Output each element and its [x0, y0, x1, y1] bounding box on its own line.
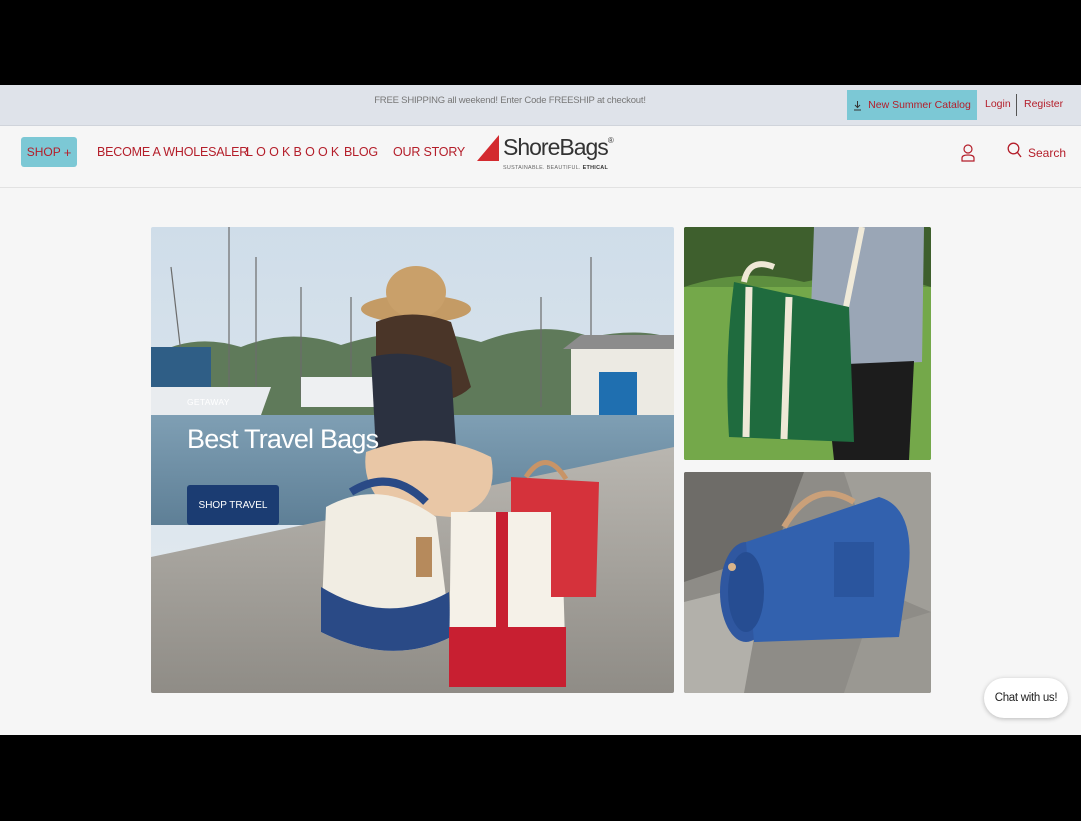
site-header: SHOP + BECOME A WHOLESALER LOOKBOOK BLOG… — [0, 126, 1081, 188]
login-link[interactable]: Login — [985, 98, 1011, 110]
nav-blog[interactable]: BLOG — [344, 145, 378, 159]
shop-label: SHOP — [26, 145, 61, 159]
chat-button[interactable]: Chat with us! — [984, 678, 1068, 718]
nav-our-story[interactable]: OUR STORY — [393, 145, 465, 159]
promo-bar: FREE SHIPPING all weekend! Enter Code FR… — [0, 85, 1081, 126]
hero-banner[interactable]: GETAWAY Best Travel Bags SHOP TRAVEL — [151, 227, 674, 693]
logo-name: ShoreBags® — [503, 134, 614, 160]
nav-lookbook[interactable]: LOOKBOOK — [246, 145, 342, 159]
promo-text: FREE SHIPPING all weekend! Enter Code FR… — [374, 95, 646, 106]
catalog-label: New Summer Catalog — [868, 99, 971, 111]
hero-title: Best Travel Bags — [187, 424, 379, 454]
promo-divider — [1016, 94, 1017, 116]
register-link[interactable]: Register — [1024, 98, 1063, 110]
search-label: Search — [1028, 145, 1067, 160]
download-icon — [853, 100, 862, 111]
logo-tagline: SUSTAINABLE. BEAUTIFUL. ETHICAL — [503, 165, 609, 171]
hero-eyebrow: GETAWAY — [187, 397, 230, 407]
shorebags-logo[interactable]: ShoreBags® SUSTAINABLE. BEAUTIFUL. ETHIC… — [476, 131, 614, 175]
new-summer-catalog-button[interactable]: New Summer Catalog — [847, 90, 977, 120]
plus-icon: + — [63, 144, 72, 160]
shop-menu-button[interactable]: SHOP + — [21, 137, 77, 167]
account-icon[interactable] — [960, 144, 976, 162]
search-button[interactable]: Search — [1007, 142, 1066, 163]
nav-become-wholesaler[interactable]: BECOME A WHOLESALER — [97, 145, 248, 159]
search-icon — [1007, 142, 1022, 163]
green-tote-image[interactable] — [684, 227, 931, 460]
blue-duffel-image[interactable] — [684, 472, 931, 693]
page: FREE SHIPPING all weekend! Enter Code FR… — [0, 85, 1081, 735]
hero-photo — [151, 227, 674, 693]
shop-travel-button[interactable]: SHOP TRAVEL — [187, 485, 279, 525]
